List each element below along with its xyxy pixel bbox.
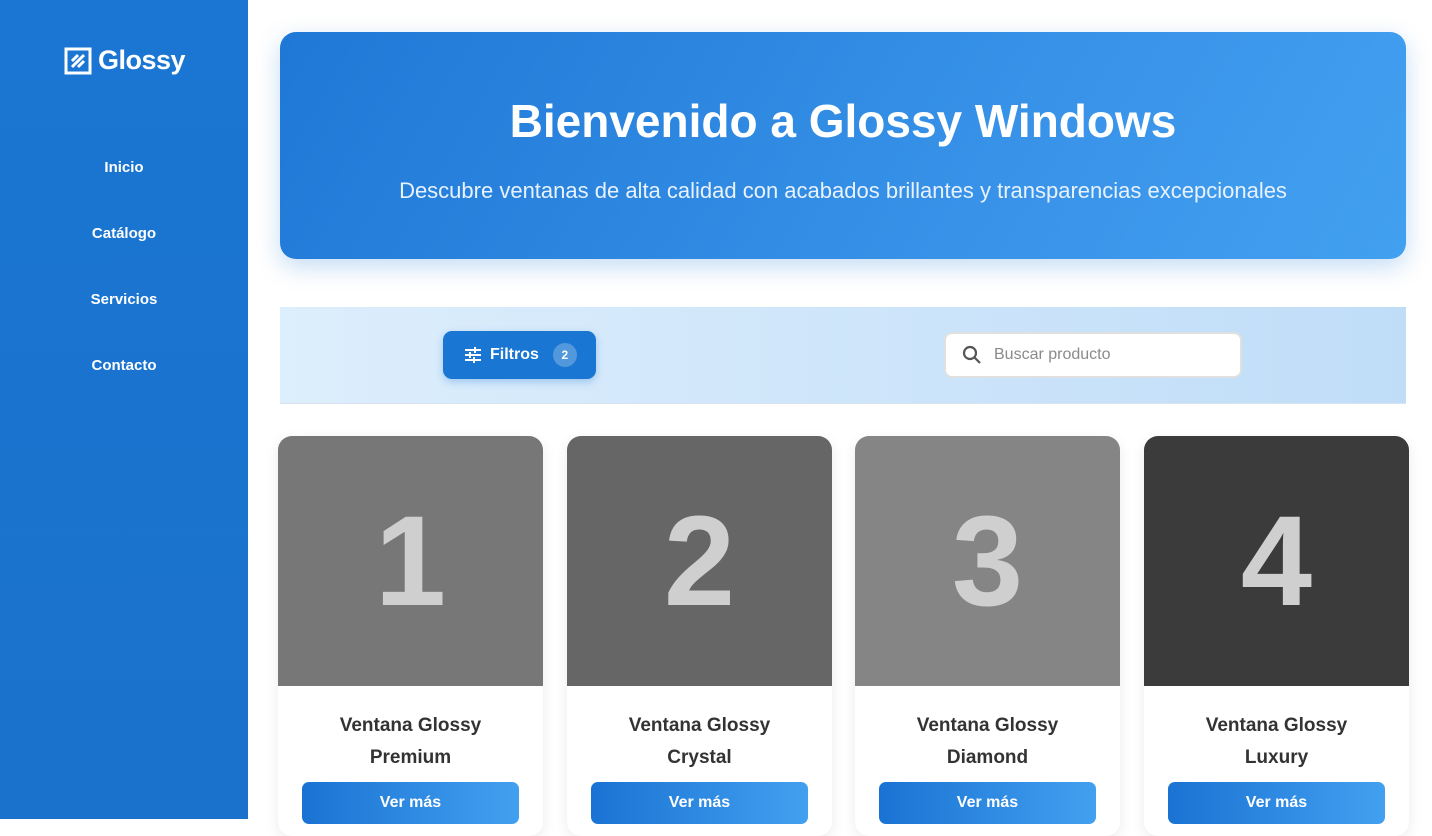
- nav-item-catalogo[interactable]: Catálogo: [0, 216, 248, 282]
- logo-text: Glossy: [98, 45, 186, 75]
- product-image[interactable]: 4: [1144, 436, 1409, 686]
- search-box[interactable]: [944, 332, 1242, 378]
- view-more-button[interactable]: Ver más: [591, 782, 808, 824]
- product-image[interactable]: 3: [855, 436, 1120, 686]
- product-card: 1 Ventana Glossy Premium Ver más: [278, 436, 543, 836]
- product-card: 4 Ventana Glossy Luxury Ver más: [1144, 436, 1409, 836]
- hero-banner: Bienvenido a Glossy Windows Descubre ven…: [280, 32, 1406, 259]
- nav-item-inicio[interactable]: Inicio: [0, 150, 248, 216]
- product-name: Ventana Glossy Premium: [339, 715, 482, 768]
- product-name: Ventana Glossy Luxury: [1205, 715, 1348, 768]
- filters-label: Filtros: [490, 346, 539, 363]
- product-card: 2 Ventana Glossy Crystal Ver más: [567, 436, 832, 836]
- view-more-button[interactable]: Ver más: [302, 782, 519, 824]
- filters-count-badge: 2: [552, 343, 577, 367]
- hero-subtitle: Descubre ventanas de alta calidad con ac…: [399, 178, 1287, 203]
- search-input[interactable]: [994, 346, 1214, 364]
- nav-item-servicios[interactable]: Servicios: [0, 282, 248, 348]
- nav-item-contacto[interactable]: Contacto: [0, 348, 248, 414]
- product-image[interactable]: 2: [567, 436, 832, 686]
- filter-bar: Filtros 2: [280, 307, 1406, 404]
- product-card: 3 Ventana Glossy Diamond Ver más: [855, 436, 1120, 836]
- product-name: Ventana Glossy Diamond: [916, 715, 1059, 768]
- search-icon: [962, 345, 981, 364]
- view-more-button[interactable]: Ver más: [1168, 782, 1385, 824]
- logo[interactable]: Glossy: [64, 45, 186, 76]
- logo-icon: [64, 47, 92, 74]
- filters-button[interactable]: Filtros 2: [443, 331, 596, 379]
- product-name: Ventana Glossy Crystal: [628, 715, 771, 768]
- sidebar-nav: Inicio Catálogo Servicios Contacto: [0, 150, 248, 414]
- sliders-icon: [465, 347, 481, 363]
- view-more-button[interactable]: Ver más: [879, 782, 1096, 824]
- hero-title: Bienvenido a Glossy Windows: [509, 95, 1177, 147]
- sidebar: Glossy Inicio Catálogo Servicios Contact…: [0, 0, 248, 819]
- product-image[interactable]: 1: [278, 436, 543, 686]
